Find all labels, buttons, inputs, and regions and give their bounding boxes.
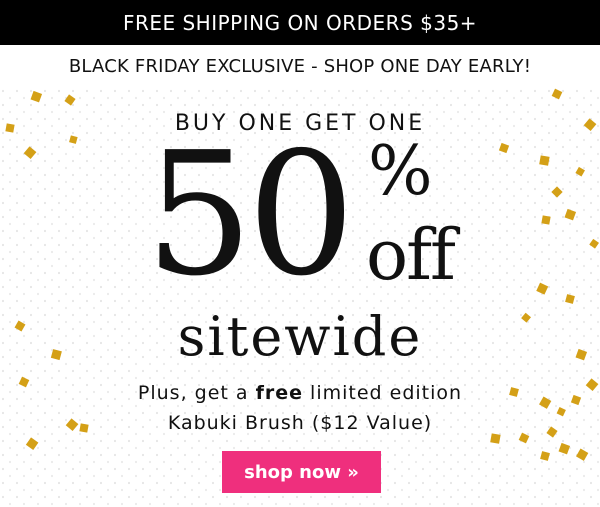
gift-offer-text: Plus, get a free limited edition Kabuki … (0, 378, 600, 438)
black-friday-heading: BLACK FRIDAY EXCLUSIVE - SHOP ONE DAY EA… (68, 56, 532, 77)
sitewide-text: sitewide (177, 305, 423, 368)
percent-sign: % (368, 132, 433, 211)
gift-offer-free: free (255, 382, 304, 404)
gift-offer-prefix: Plus, get a (137, 382, 256, 404)
gift-offer-line-2: Kabuki Brush ($12 Value) (167, 412, 433, 434)
shop-now-button[interactable]: shop now » (222, 451, 381, 493)
off-text: off (366, 214, 456, 296)
gift-offer-line-1: Plus, get a free limited edition (0, 378, 600, 408)
discount-amount: 50 (145, 116, 355, 314)
free-shipping-text: FREE SHIPPING ON ORDERS $35+ (122, 10, 478, 35)
gift-offer-suffix: limited edition (303, 382, 463, 404)
free-shipping-banner: FREE SHIPPING ON ORDERS $35+ (0, 0, 600, 45)
